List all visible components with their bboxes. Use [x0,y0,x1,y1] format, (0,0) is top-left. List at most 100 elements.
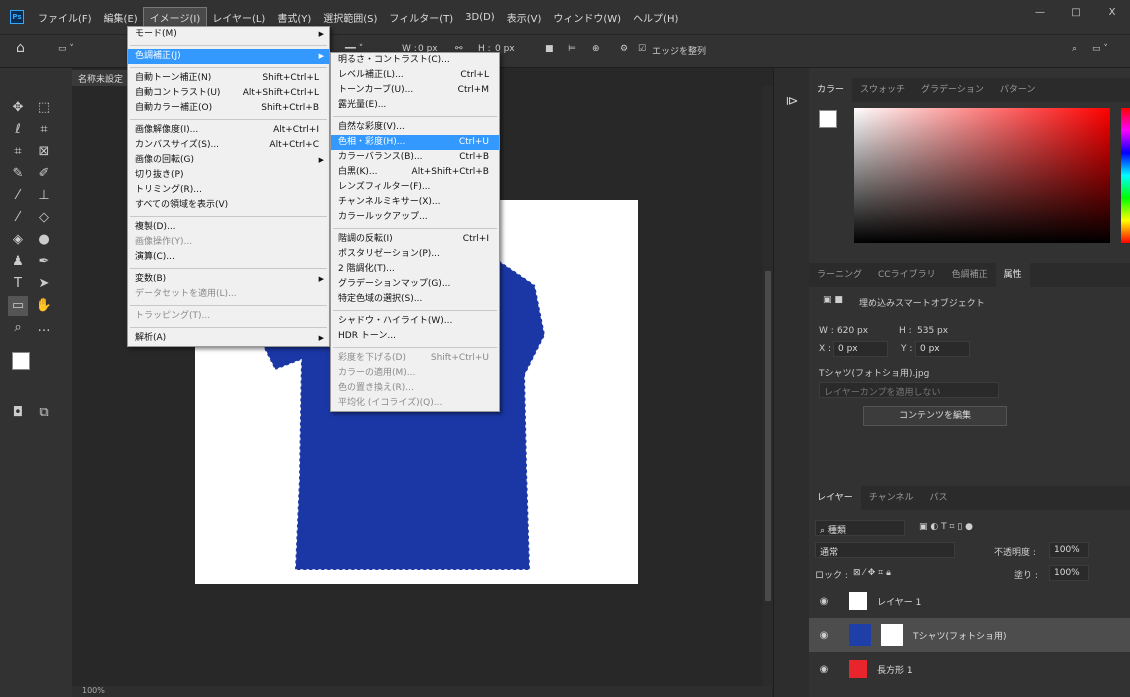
minimize-button[interactable]: — [1022,0,1058,26]
document-tab[interactable]: 名称未設定 [72,70,130,86]
workspace-icon[interactable]: ▭ ˅ [1092,44,1108,54]
image-menu-item[interactable]: 自動コントラスト(U) Alt+Shift+Ctrl+L [128,86,329,101]
image-menu-item[interactable]: モード(M) ▶ [128,27,329,42]
adjust-menu-item[interactable]: 2 階調化(T)... [331,262,499,277]
adjust-menu-item[interactable]: HDR トーン... [331,329,499,344]
lasso-tool-icon[interactable]: ℓ [8,120,28,140]
image-menu-item[interactable]: 色調補正(J) ▶ [128,49,329,64]
history-brush-tool-icon[interactable]: ⁄ [8,208,28,228]
shape-tool-preset-icon[interactable]: ▭ ˅ [58,44,74,54]
adjust-menu-item[interactable]: 色相・彩度(H)... Ctrl+U [331,135,499,150]
history-panel-icon[interactable]: ⧐ [782,92,802,112]
quick-select-tool-icon[interactable]: ⌗ [34,120,54,140]
move-tool-icon[interactable]: ✥ [8,98,28,118]
adjust-menu-item[interactable]: ポスタリゼーション(P)... [331,247,499,262]
edge-align-checkbox[interactable]: ☑ [638,44,646,54]
menu-select[interactable]: 選択範囲(S) [317,8,383,27]
tab-cc-libraries[interactable]: CCライブラリ [870,263,944,287]
image-menu-item[interactable]: 画像解像度(I)... Alt+Ctrl+I [128,123,329,138]
path-operations-icon[interactable]: ■ [545,44,554,54]
menu-filter[interactable]: フィルター(T) [383,8,459,27]
close-button[interactable]: X [1094,0,1130,26]
eye-icon[interactable]: ◉ [809,596,839,607]
adjust-menu-item[interactable]: カラールックアップ... [331,210,499,225]
image-menu-item[interactable]: 演算(C)... [128,250,329,265]
adjust-menu-item[interactable]: グラデーションマップ(G)... [331,277,499,292]
prop-h-value[interactable]: 535 px [917,326,948,336]
frame-tool-icon[interactable]: ⊠ [34,142,54,162]
adjust-menu-item[interactable]: カラーバランス(B)... Ctrl+B [331,150,499,165]
adjust-menu-item[interactable]: トーンカーブ(U)... Ctrl+M [331,83,499,98]
quick-mask-icon[interactable]: ◘ [8,403,28,423]
blur-tool-icon[interactable]: ● [34,230,54,250]
menu-edit[interactable]: 編集(E) [98,8,144,27]
zoom-tool-icon[interactable]: ⌕ [8,318,28,338]
blend-mode-select[interactable]: 通常 [815,542,955,558]
maximize-button[interactable]: □ [1058,0,1094,26]
lock-icons[interactable]: ⊠ ⁄ ✥ ⌗ 🔒︎ [853,568,891,578]
scrollbar-thumb[interactable] [765,271,771,601]
screen-mode-icon[interactable]: ⧉ [34,403,54,423]
eye-icon[interactable]: ◉ [809,630,839,641]
path-alignment-icon[interactable]: ⊨ [568,44,576,54]
tab-color[interactable]: カラー [809,78,853,102]
eye-icon[interactable]: ◉ [809,664,839,675]
menu-file[interactable]: ファイル(F) [32,8,98,27]
image-menu-item[interactable]: すべての領域を表示(V) [128,198,329,213]
image-menu-item[interactable]: 自動カラー補正(O) Shift+Ctrl+B [128,101,329,116]
eyedropper-tool-icon[interactable]: ✎ [8,164,28,184]
prop-y-field[interactable]: 0 px [915,341,970,357]
adjust-menu-item[interactable]: 露光量(E)... [331,98,499,113]
foreground-color-swatch[interactable] [12,352,30,370]
tab-adjustments[interactable]: 色調補正 [944,263,996,287]
more-tools-icon[interactable]: … [34,318,54,338]
stamp-tool-icon[interactable]: ⊥ [34,186,54,206]
adjust-menu-item[interactable]: 特定色域の選択(S)... [331,292,499,307]
healing-brush-tool-icon[interactable]: ✐ [34,164,54,184]
layer-filter-icons[interactable]: ▣ ◐ T ⌗ ▯ ● [919,522,973,532]
dodge-tool-icon[interactable]: ♟ [8,252,28,272]
tab-layers[interactable]: レイヤー [809,486,861,510]
adjust-menu-item[interactable]: 白黒(K)... Alt+Shift+Ctrl+B [331,165,499,180]
hue-slider[interactable] [1121,108,1130,243]
layer-row[interactable]: ◉ 長方形 1 [809,654,1130,684]
menu-image[interactable]: イメージ(I) [142,6,208,28]
adjust-menu-item[interactable]: レベル補正(L)... Ctrl+L [331,68,499,83]
image-menu-item[interactable]: カンバスサイズ(S)... Alt+Ctrl+C [128,138,329,153]
color-picker-field[interactable] [854,108,1110,243]
prop-x-field[interactable]: 0 px [833,341,888,357]
image-menu-item[interactable]: 切り抜き(P) [128,168,329,183]
adjust-menu-item[interactable]: チャンネルミキサー(X)... [331,195,499,210]
marquee-tool-icon[interactable]: ⬚ [34,98,54,118]
menu-view[interactable]: 表示(V) [501,8,548,27]
tab-paths[interactable]: パス [921,486,955,510]
menu-layer[interactable]: レイヤー(L) [206,8,271,27]
prop-w-value[interactable]: 620 px [837,326,868,336]
tab-properties[interactable]: 属性 [995,263,1030,287]
tab-learn[interactable]: ラーニング [809,263,870,287]
hand-tool-icon[interactable]: ✋ [34,296,54,316]
image-menu-item[interactable]: 変数(B) ▶ [128,272,329,287]
image-menu-item[interactable]: 複製(D)... [128,220,329,235]
tab-gradients[interactable]: グラデーション [913,78,992,102]
opacity-field[interactable]: 100% [1049,542,1089,558]
type-tool-icon[interactable]: T [8,274,28,294]
adjust-menu-item[interactable]: 階調の反転(I) Ctrl+I [331,232,499,247]
vertical-scrollbar[interactable] [763,86,773,686]
path-select-tool-icon[interactable]: ➤ [34,274,54,294]
tab-channels[interactable]: チャンネル [861,486,922,510]
edit-contents-button[interactable]: コンテンツを編集 [863,406,1007,426]
tab-patterns[interactable]: パターン [992,78,1044,102]
menu-window[interactable]: ウィンドウ(W) [547,8,627,27]
menu-type[interactable]: 書式(Y) [271,8,317,27]
color-panel-foreground-swatch[interactable] [819,110,837,128]
adjust-menu-item[interactable]: 自然な彩度(V)... [331,120,499,135]
layer-comp-select[interactable]: レイヤーカンプを適用しない [819,382,999,398]
adjust-menu-item[interactable]: 明るさ・コントラスト(C)... [331,53,499,68]
adjust-menu-item[interactable]: レンズフィルター(F)... [331,180,499,195]
adjust-menu-item[interactable]: シャドウ・ハイライト(W)... [331,314,499,329]
menu-help[interactable]: ヘルプ(H) [627,8,684,27]
image-menu-item[interactable]: 解析(A) ▶ [128,331,329,346]
eraser-tool-icon[interactable]: ◇ [34,208,54,228]
gear-icon[interactable]: ⚙ [620,44,628,54]
